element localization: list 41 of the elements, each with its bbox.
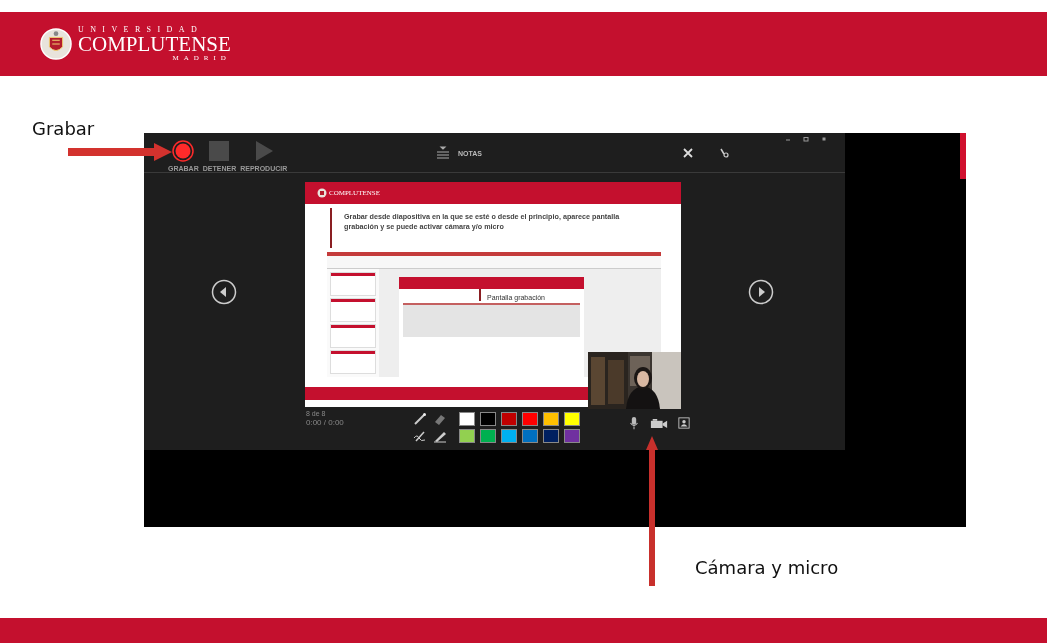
color-swatch[interactable] [501, 412, 517, 427]
color-swatch[interactable] [480, 412, 496, 427]
color-swatch[interactable] [564, 429, 580, 444]
crest-icon [317, 187, 327, 198]
minimize-icon[interactable] [785, 136, 791, 142]
stop-icon [208, 140, 231, 162]
record-icon [172, 140, 195, 162]
eraser-icon[interactable] [433, 412, 447, 427]
next-icon[interactable] [748, 279, 774, 306]
color-swatch[interactable] [543, 412, 559, 427]
callout-label: Grabar [32, 118, 95, 139]
microphone-icon[interactable] [628, 416, 640, 431]
close-icon[interactable] [821, 136, 827, 142]
color-swatch[interactable] [522, 429, 538, 444]
video-camera-icon[interactable] [650, 417, 668, 429]
notes-icon [436, 146, 450, 160]
restore-icon[interactable] [803, 136, 809, 142]
color-swatch[interactable] [564, 412, 580, 427]
color-swatch[interactable] [480, 429, 496, 444]
callout-label: Cámara y micro [695, 557, 839, 578]
slide-thumbnail [331, 324, 375, 347]
slide-thumbnail [331, 272, 375, 295]
color-swatch[interactable] [459, 412, 475, 427]
laser-pointer-icon[interactable] [413, 412, 427, 427]
color-swatch[interactable] [501, 429, 517, 444]
logo-name: COMPLUTENSE [78, 34, 231, 55]
close-icon[interactable] [683, 148, 693, 158]
pen-icon[interactable] [719, 148, 729, 158]
highlighter-icon[interactable] [433, 429, 447, 444]
slide-thumbnail [331, 350, 375, 373]
pen-icon[interactable] [413, 429, 427, 444]
color-swatch[interactable] [459, 429, 475, 444]
accent-bar [960, 133, 966, 179]
slide-thumbnail [331, 298, 375, 321]
previous-icon[interactable] [211, 279, 237, 306]
crest-icon [40, 28, 72, 60]
person-icon[interactable] [678, 416, 690, 431]
color-swatch[interactable] [522, 412, 538, 427]
recording-time: 0:00 / 0:00 [306, 418, 345, 428]
logo-top-text: UNIVERSIDAD [78, 26, 205, 34]
color-swatch[interactable] [543, 429, 559, 444]
